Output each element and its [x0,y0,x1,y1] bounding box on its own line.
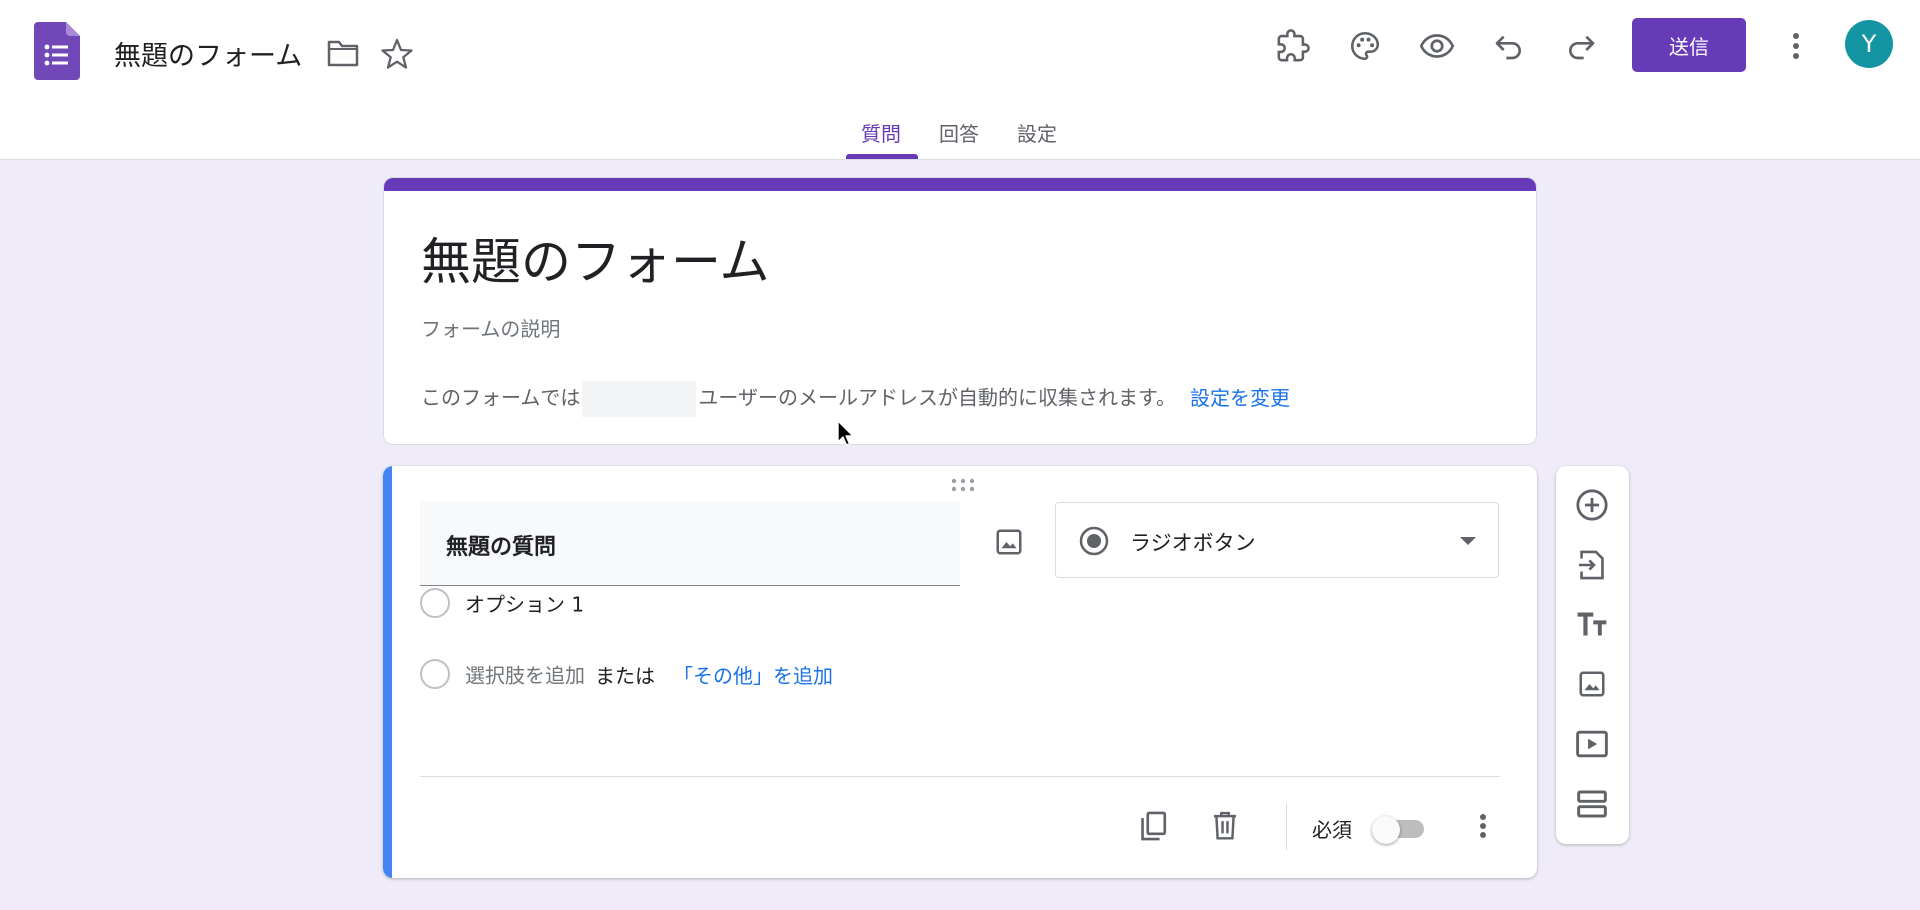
google-forms-logo-icon[interactable] [34,22,80,80]
tab-responses[interactable]: 回答 [939,118,979,147]
radio-button-icon [1079,526,1109,556]
accent-bar [384,178,1536,191]
question-title: 無題の質問 [446,535,557,560]
redacted-domain [582,381,697,417]
delete-icon[interactable] [1205,806,1245,846]
document-title[interactable]: 無題のフォーム [114,34,302,73]
email-note-prefix: このフォームでは [421,385,581,410]
redo-icon[interactable] [1561,26,1601,66]
email-note-suffix: ユーザーのメールアドレスが自動的に収集されます。 [698,385,1177,410]
star-icon[interactable] [380,37,414,71]
active-tab-indicator [846,154,918,159]
active-question-indicator [383,466,392,878]
floating-toolbar [1556,466,1629,844]
add-other-link[interactable]: 「その他」を追加 [673,664,833,688]
drag-handle-icon[interactable] [948,476,978,494]
add-option-button[interactable]: 選択肢を追加 [465,664,585,688]
form-tabs: 質問 回答 設定 [0,112,1920,160]
more-vert-icon[interactable] [1776,26,1816,66]
required-toggle[interactable] [1372,816,1428,844]
form-title[interactable]: 無題のフォーム [421,222,770,294]
add-image-icon[interactable] [1572,664,1612,704]
add-question-icon[interactable] [1572,485,1612,525]
app-header: 無題のフォーム 送信 Y 質問 回答 設定 [0,0,1920,160]
question-title-field[interactable]: 無題の質問 [420,502,960,586]
question-card[interactable]: 無題の質問 ラジオボタン オプション 1 選択肢を追加 または 「その他」を追加 必… [383,466,1537,878]
add-title-icon[interactable] [1572,605,1612,645]
or-text: または [595,663,655,688]
tab-questions[interactable]: 質問 [861,118,901,147]
import-questions-icon[interactable] [1572,545,1612,585]
footer-separator [1286,804,1287,850]
option-label[interactable]: オプション 1 [465,593,584,617]
question-footer-divider [420,776,1500,777]
question-type-label: ラジオボタン [1130,531,1256,555]
change-settings-link[interactable]: 設定を変更 [1190,386,1290,410]
addon-puzzle-icon[interactable] [1273,26,1313,66]
preview-eye-icon[interactable] [1417,26,1457,66]
form-title-card: 無題のフォーム フォームの説明 このフォームでは ユーザーのメールアドレスが自動的… [383,177,1537,445]
add-option-row: 選択肢を追加 または 「その他」を追加 [420,659,833,689]
duplicate-icon[interactable] [1133,806,1173,846]
more-options-icon[interactable] [1463,806,1503,846]
tab-settings[interactable]: 設定 [1017,118,1057,147]
add-section-icon[interactable] [1572,784,1612,824]
send-button[interactable]: 送信 [1632,18,1746,72]
toggle-knob [1372,816,1400,844]
folder-icon[interactable] [326,38,360,68]
chevron-down-icon [1460,537,1476,545]
question-type-dropdown[interactable]: ラジオボタン [1055,502,1499,578]
required-label: 必須 [1312,818,1352,842]
add-image-icon[interactable] [989,522,1029,562]
option-row[interactable]: オプション 1 [420,588,584,618]
option-radio-icon [420,588,450,618]
option-radio-icon [420,659,450,689]
email-collection-note: このフォームでは ユーザーのメールアドレスが自動的に収集されます。 設定を変更 [421,381,1290,417]
undo-icon[interactable] [1489,26,1529,66]
palette-icon[interactable] [1345,26,1385,66]
add-video-icon[interactable] [1572,724,1612,764]
form-description-field[interactable]: フォームの説明 [421,313,560,342]
mouse-pointer-icon [837,420,854,446]
account-avatar[interactable]: Y [1845,20,1893,68]
